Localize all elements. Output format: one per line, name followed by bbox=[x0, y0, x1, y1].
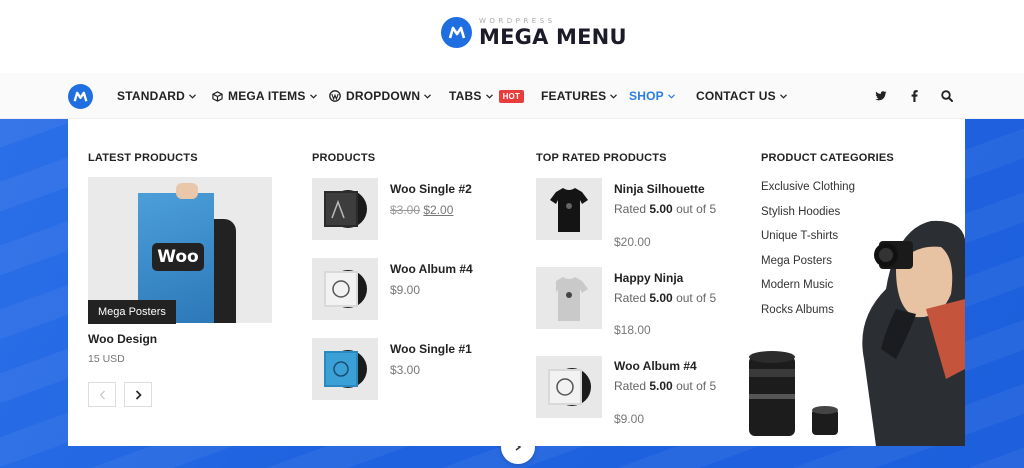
nav-item-contact-us[interactable]: CONTACT US bbox=[696, 73, 787, 119]
product-name[interactable]: Happy Ninja bbox=[614, 271, 683, 285]
woo-logo: Woo bbox=[152, 243, 204, 271]
promo-image bbox=[746, 199, 965, 446]
search-icon[interactable] bbox=[939, 88, 955, 104]
product-thumbnail[interactable] bbox=[536, 356, 602, 418]
latest-products-title: LATEST PRODUCTS bbox=[88, 152, 198, 164]
old-price: $3.00 bbox=[390, 203, 421, 217]
chevron-down-icon bbox=[309, 93, 317, 99]
nav-item-label: TABS bbox=[449, 89, 482, 103]
product-rating: Rated 5.00 out of 5 bbox=[614, 202, 717, 216]
wordpress-icon bbox=[329, 90, 341, 102]
nav-item-label: STANDARD bbox=[117, 89, 186, 103]
nav-logo-icon[interactable] bbox=[68, 84, 93, 109]
product-name[interactable]: Woo Single #1 bbox=[390, 342, 472, 356]
product-price: $9.00 bbox=[390, 283, 421, 297]
nav-item-dropdown[interactable]: DROPDOWN bbox=[329, 73, 432, 119]
latest-product-name[interactable]: Woo Design bbox=[88, 332, 157, 346]
carousel-next-button[interactable] bbox=[124, 382, 152, 407]
facebook-icon[interactable] bbox=[906, 88, 922, 104]
chevron-down-icon bbox=[189, 93, 196, 99]
nav-item-label: FEATURES bbox=[541, 89, 607, 103]
top-rated-title: TOP RATED PRODUCTS bbox=[536, 152, 667, 164]
site-header: WORDPRESS MEGA MENU bbox=[0, 0, 1024, 73]
shop-mega-menu: LATEST PRODUCTS Woo Mega Posters Woo Des… bbox=[68, 119, 965, 446]
product-rating: Rated 5.00 out of 5 bbox=[614, 291, 717, 305]
product-thumbnail[interactable] bbox=[536, 178, 602, 240]
product-price: $18.00 bbox=[614, 323, 651, 337]
products-title: PRODUCTS bbox=[312, 152, 376, 164]
nav-item-label: SHOP bbox=[629, 89, 664, 103]
main-navbar: STANDARD MEGA ITEMS DROPDOWN TABS HOT FE… bbox=[0, 73, 1024, 119]
product-thumbnail[interactable] bbox=[312, 178, 378, 240]
hot-badge: HOT bbox=[498, 89, 525, 103]
sale-price: $2.00 bbox=[423, 203, 454, 217]
product-name[interactable]: Ninja Silhouette bbox=[614, 182, 705, 196]
product-thumbnail[interactable] bbox=[312, 338, 378, 400]
product-name[interactable]: Woo Album #4 bbox=[614, 359, 697, 373]
product-price: $9.00 bbox=[614, 412, 645, 426]
nav-item-label: MEGA ITEMS bbox=[228, 89, 306, 103]
category-link[interactable]: Exclusive Clothing bbox=[761, 181, 855, 193]
chevron-down-icon bbox=[779, 93, 787, 99]
nav-item-mega-items[interactable]: MEGA ITEMS bbox=[212, 73, 317, 119]
nav-item-label: CONTACT US bbox=[696, 89, 776, 103]
logo-big-text: MEGA MENU bbox=[479, 24, 627, 49]
carousel-prev-button[interactable] bbox=[88, 382, 116, 407]
nav-item-tabs[interactable]: TABS HOT bbox=[449, 73, 525, 119]
chevron-down-icon bbox=[610, 93, 618, 99]
nav-item-shop[interactable]: SHOP bbox=[629, 73, 675, 119]
product-price: $3.00 bbox=[390, 363, 421, 377]
product-price: $20.00 bbox=[614, 235, 651, 249]
categories-title: PRODUCT CATEGORIES bbox=[761, 152, 894, 164]
latest-product-price: 15 USD bbox=[88, 353, 125, 365]
chevron-left-icon bbox=[99, 390, 105, 399]
nav-item-standard[interactable]: STANDARD bbox=[117, 73, 196, 119]
product-price: $3.00 $2.00 bbox=[390, 203, 453, 217]
product-thumbnail[interactable] bbox=[536, 267, 602, 329]
product-rating: Rated 5.00 out of 5 bbox=[614, 379, 717, 393]
logo-mark-icon bbox=[441, 17, 472, 48]
nav-item-features[interactable]: FEATURES bbox=[541, 73, 618, 119]
nav-item-label: DROPDOWN bbox=[346, 89, 421, 103]
chevron-right-icon bbox=[135, 389, 142, 400]
product-name[interactable]: Woo Album #4 bbox=[390, 262, 473, 276]
logo-small-text: WORDPRESS bbox=[479, 16, 556, 25]
product-name[interactable]: Woo Single #2 bbox=[390, 182, 472, 196]
chevron-down-icon bbox=[485, 93, 493, 99]
chevron-down-icon bbox=[424, 93, 432, 99]
chevron-down-icon bbox=[667, 93, 675, 99]
product-thumbnail[interactable] bbox=[312, 258, 378, 320]
category-label[interactable]: Mega Posters bbox=[88, 300, 176, 324]
site-logo[interactable]: WORDPRESS MEGA MENU bbox=[441, 17, 627, 48]
twitter-icon[interactable] bbox=[873, 88, 889, 104]
cube-icon bbox=[212, 90, 223, 102]
